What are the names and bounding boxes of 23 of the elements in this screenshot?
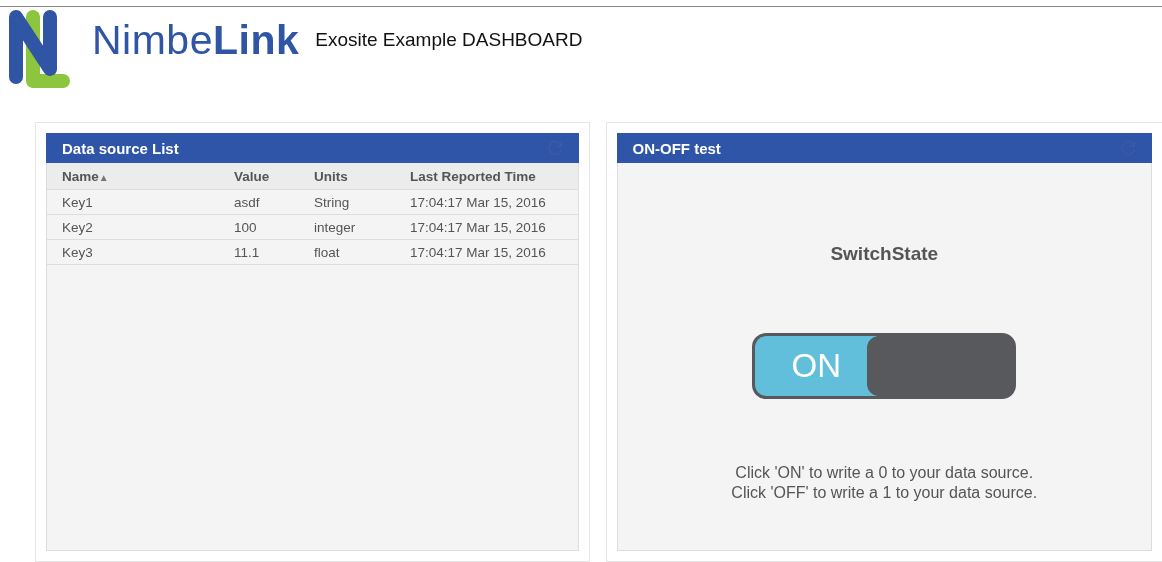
table-cell: Key2 — [47, 214, 219, 240]
dashboard-title: Exosite Example DASHBOARD — [315, 29, 583, 51]
help-text: Click 'ON' to write a 0 to your data source. — [735, 463, 1034, 483]
panel-title: ON-OFF test — [632, 139, 721, 157]
table-cell: 100 — [219, 214, 299, 240]
column-header: Value — [219, 163, 299, 190]
panel-title: Data source List — [62, 139, 179, 157]
column-header: Last Reported Time — [395, 163, 578, 190]
logo-wordmark: NimbeLink — [92, 17, 300, 64]
table-cell: integer — [299, 214, 395, 240]
switch-label: SwitchState — [830, 243, 939, 265]
table-cell: 17:04:17 Mar 15, 2016 — [395, 214, 578, 240]
table-cell: float — [299, 239, 395, 265]
table-cell: asdf — [219, 189, 299, 215]
sortable-column-header[interactable]: Name▲ — [47, 163, 219, 190]
table-cell: 17:04:17 Mar 15, 2016 — [395, 189, 578, 215]
table-cell: 17:04:17 Mar 15, 2016 — [395, 239, 578, 265]
column-header: Units — [299, 163, 395, 190]
table-cell: String — [299, 189, 395, 215]
table-cell: 11.1 — [219, 239, 299, 265]
help-text: Click 'OFF' to write a 1 to your data source. — [731, 483, 1038, 503]
table-cell: Key1 — [47, 189, 219, 215]
table-cell: Key3 — [47, 239, 219, 265]
